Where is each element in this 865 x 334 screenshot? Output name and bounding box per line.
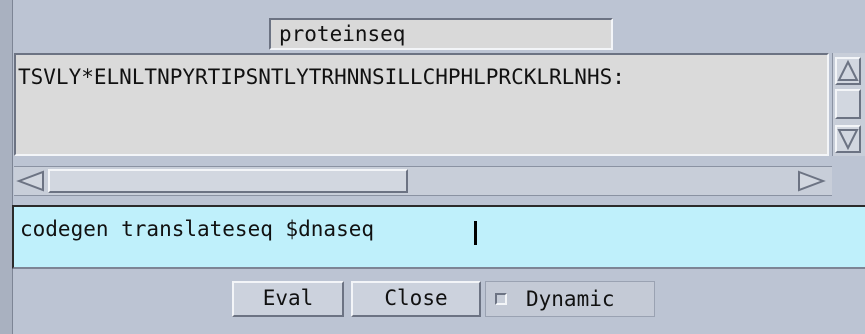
result-text: TSVLY*ELNLTNPYRTIPSNTLYTRHNNSILLCHPHLPRC…: [18, 65, 625, 89]
command-text-value: codegen translateseq $dnaseq: [20, 217, 375, 241]
title-field-text: proteinseq: [279, 22, 406, 46]
dynamic-label: Dynamic: [526, 287, 615, 311]
scroll-up-button[interactable]: [835, 57, 861, 85]
horizontal-scroll-thumb[interactable]: [48, 169, 408, 193]
vertical-scrollbar[interactable]: [832, 53, 865, 156]
result-text-area[interactable]: TSVLY*ELNLTNPYRTIPSNTLYTRHNNSILLCHPHLPRC…: [14, 53, 829, 156]
eval-button[interactable]: Eval: [232, 281, 344, 317]
triangle-down-icon: [837, 129, 859, 151]
command-text: codegen translateseq $dnaseq: [20, 215, 374, 243]
command-input[interactable]: codegen translateseq $dnaseq: [12, 205, 865, 269]
title-field[interactable]: proteinseq: [269, 18, 613, 50]
triangle-up-icon: [837, 59, 859, 81]
close-button[interactable]: Close: [351, 281, 481, 317]
window-left-edge: [0, 0, 13, 334]
dynamic-checkbox[interactable]: [495, 293, 507, 305]
dynamic-toggle[interactable]: Dynamic: [485, 281, 655, 317]
triangle-left-icon: [16, 170, 44, 192]
scroll-left-button[interactable]: [16, 169, 46, 193]
scroll-down-button[interactable]: [835, 125, 861, 153]
vertical-scroll-thumb[interactable]: [835, 89, 861, 119]
text-caret: [474, 221, 477, 245]
scroll-right-button[interactable]: [796, 169, 826, 193]
triangle-right-icon: [798, 170, 826, 192]
horizontal-scrollbar[interactable]: [14, 166, 832, 196]
